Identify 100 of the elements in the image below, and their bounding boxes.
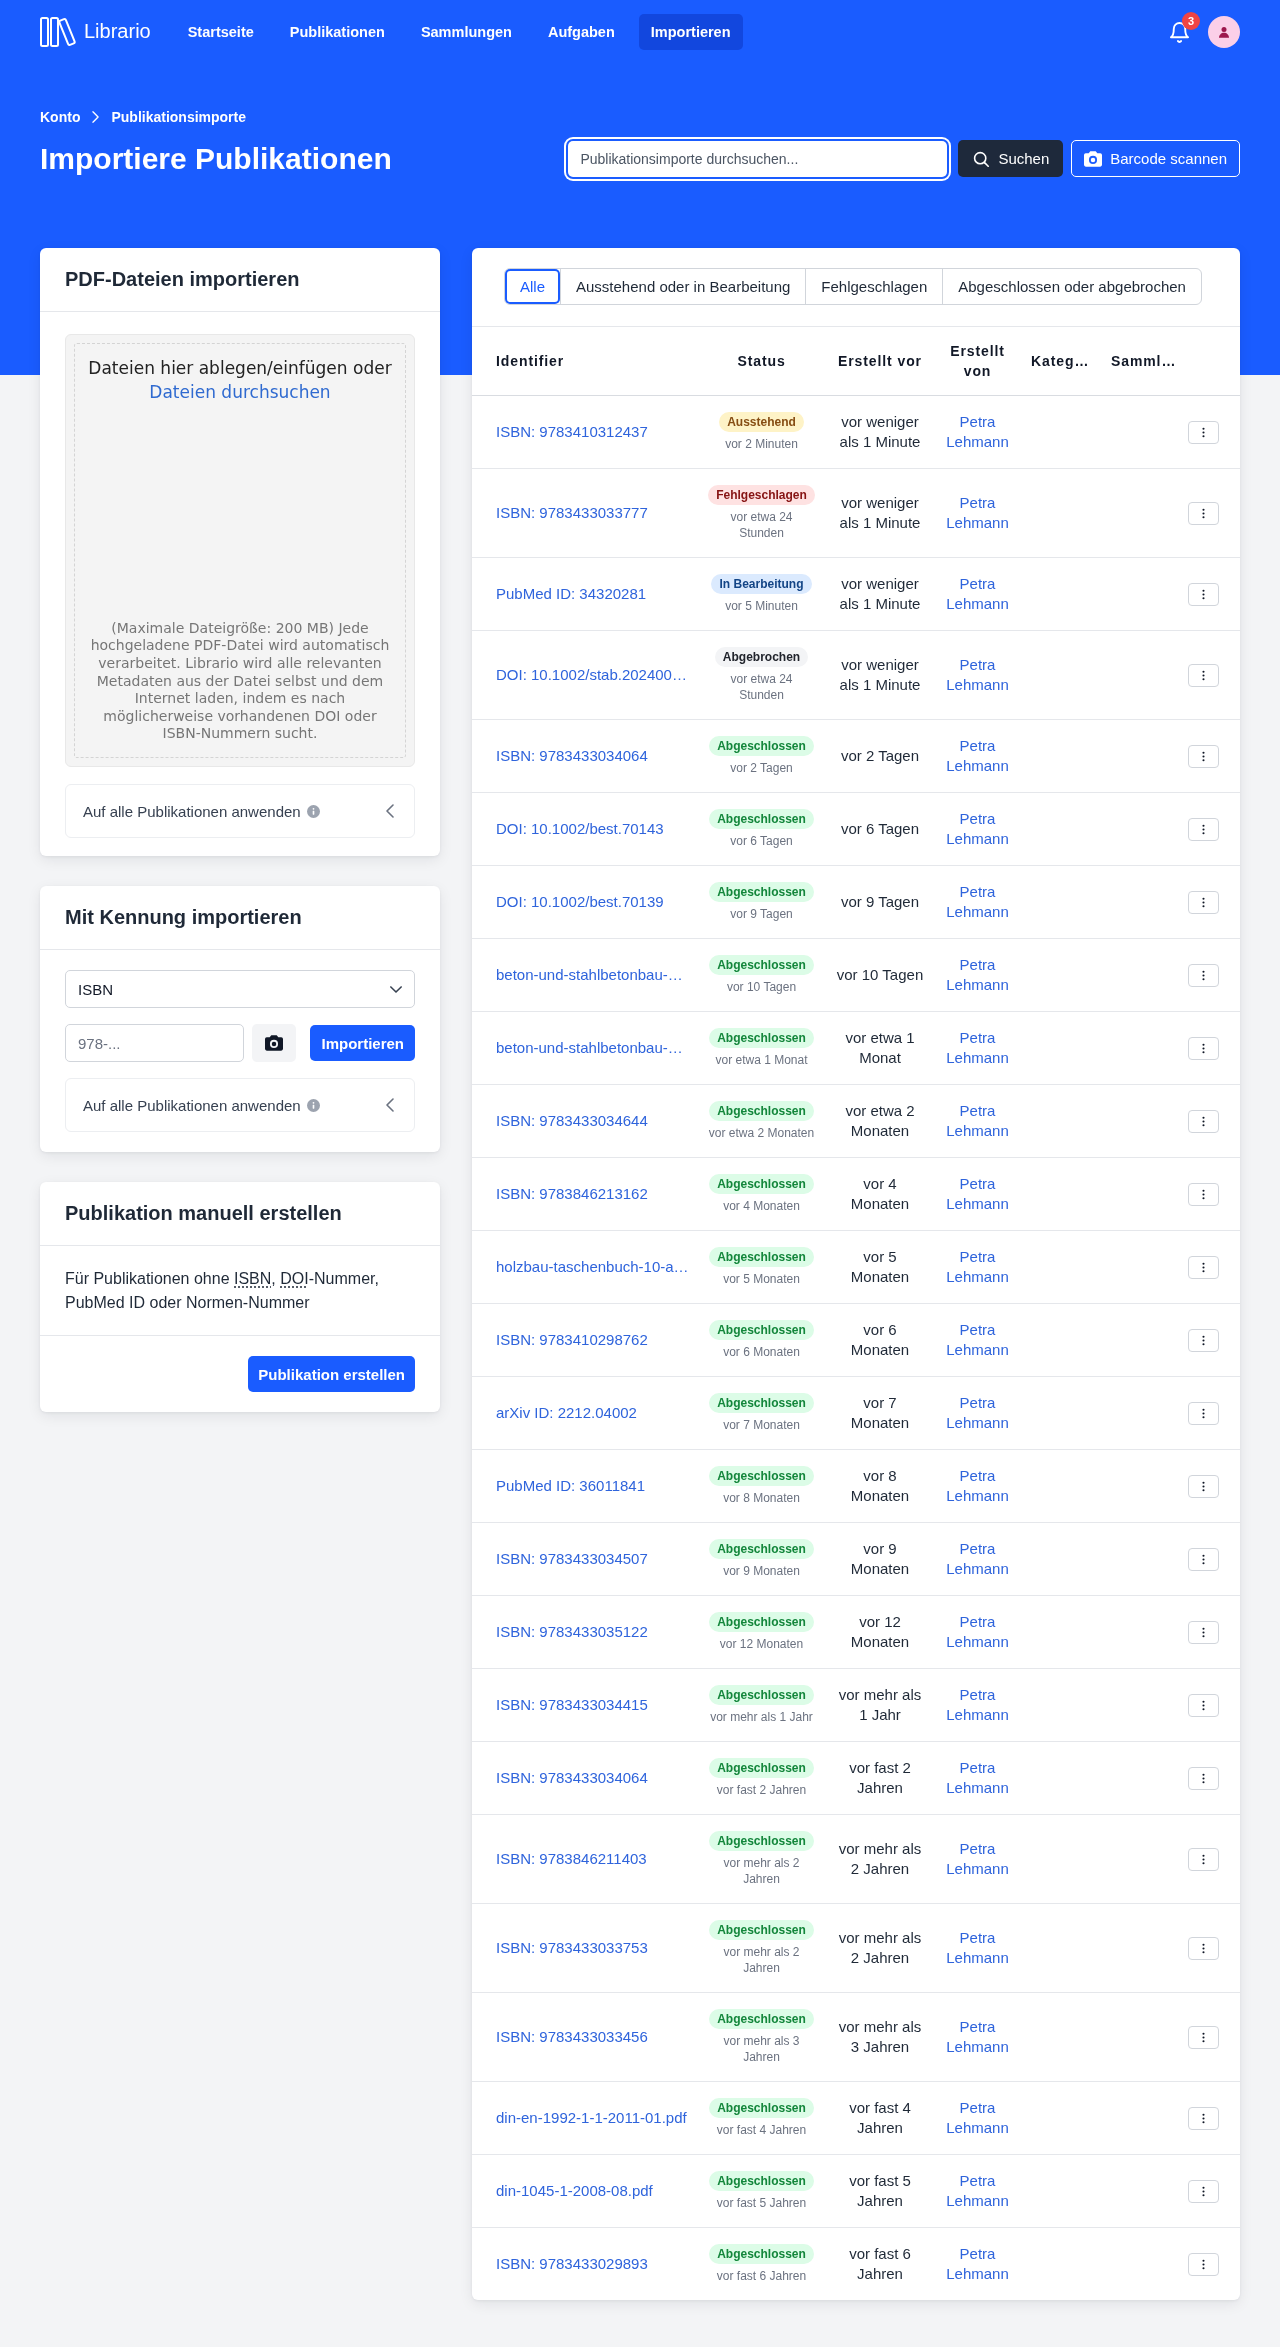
creator-link[interactable]: Petra Lehmann	[941, 1174, 1014, 1214]
identifier-link[interactable]: ISBN: 9783433034064	[496, 1769, 648, 1786]
identifier-link[interactable]: din-en-1992-1-1-2011-01.pdf	[496, 2109, 687, 2126]
more-button[interactable]	[1188, 744, 1219, 768]
creator-link[interactable]: Petra Lehmann	[941, 493, 1014, 533]
more-button[interactable]	[1188, 817, 1219, 841]
more-button[interactable]	[1188, 1182, 1219, 1206]
identifier-link[interactable]: ISBN: 9783433034415	[496, 1696, 648, 1713]
identifier-link[interactable]: beton-und-stahlbetonbau-…	[496, 1039, 683, 1056]
identifier-link[interactable]: ISBN: 9783410298762	[496, 1331, 648, 1348]
identifier-link[interactable]: DOI: 10.1002/stab.202400…	[496, 666, 687, 683]
more-button[interactable]	[1188, 1766, 1219, 1790]
more-button[interactable]	[1188, 1328, 1219, 1352]
browse-link[interactable]: Dateien durchsuchen	[149, 381, 331, 402]
identifier-link[interactable]: ISBN: 9783433029893	[496, 2255, 648, 2272]
creator-link[interactable]: Petra Lehmann	[941, 955, 1014, 995]
identifier-link[interactable]: ISBN: 9783433033753	[496, 1939, 648, 1956]
creator-link[interactable]: Petra Lehmann	[941, 1758, 1014, 1798]
more-button[interactable]	[1188, 1620, 1219, 1644]
creator-link[interactable]: Petra Lehmann	[941, 2244, 1014, 2284]
identifier-link[interactable]: ISBN: 9783433035122	[496, 1623, 648, 1640]
identifier-type-select[interactable]: ISBN	[65, 970, 415, 1008]
more-button[interactable]	[1188, 1936, 1219, 1960]
nav-link[interactable]: Importieren	[638, 13, 743, 50]
filter-tab[interactable]: Alle	[505, 269, 560, 304]
search-button[interactable]: Suchen	[958, 140, 1064, 177]
more-button[interactable]	[1188, 1109, 1219, 1133]
identifier-link[interactable]: ISBN: 9783433034064	[496, 747, 648, 764]
identifier-link[interactable]: DOI: 10.1002/best.70139	[496, 893, 664, 910]
more-button[interactable]	[1188, 1255, 1219, 1279]
nav-link[interactable]: Publikationen	[277, 13, 397, 50]
creator-link[interactable]: Petra Lehmann	[941, 1928, 1014, 1968]
creator-link[interactable]: Petra Lehmann	[941, 1612, 1014, 1652]
creator-link[interactable]: Petra Lehmann	[941, 2017, 1014, 2057]
identifier-link[interactable]: ISBN: 9783846211403	[496, 1850, 647, 1867]
apply-all-toggle[interactable]: Auf alle Publikationen anwenden	[65, 1078, 415, 1132]
creator-link[interactable]: Petra Lehmann	[941, 1685, 1014, 1725]
more-button[interactable]	[1188, 2252, 1219, 2276]
more-button[interactable]	[1188, 1036, 1219, 1060]
import-button[interactable]: Importieren	[310, 1025, 415, 1061]
identifier-link[interactable]: beton-und-stahlbetonbau-…	[496, 966, 683, 983]
search-field[interactable]: Publikationsimporte durchsuchen...	[568, 140, 948, 177]
nav-link[interactable]: Aufgaben	[535, 13, 627, 50]
nav-link[interactable]: Startseite	[175, 13, 266, 50]
creator-link[interactable]: Petra Lehmann	[941, 1539, 1014, 1579]
identifier-link[interactable]: ISBN: 9783433033777	[496, 504, 648, 521]
more-button[interactable]	[1188, 963, 1219, 987]
more-button[interactable]	[1188, 890, 1219, 914]
camera-button[interactable]	[252, 1024, 296, 1062]
creator-link[interactable]: Petra Lehmann	[941, 1101, 1014, 1141]
apply-all-toggle[interactable]: Auf alle Publikationen anwenden	[65, 784, 415, 838]
more-button[interactable]	[1188, 2106, 1219, 2130]
creator-link[interactable]: Petra Lehmann	[941, 736, 1014, 776]
identifier-link[interactable]: PubMed ID: 36011841	[496, 1477, 645, 1494]
creator-link[interactable]: Petra Lehmann	[941, 1247, 1014, 1287]
creator-link[interactable]: Petra Lehmann	[941, 655, 1014, 695]
creator-link[interactable]: Petra Lehmann	[941, 2171, 1014, 2211]
more-button[interactable]	[1188, 1693, 1219, 1717]
identifier-link[interactable]: ISBN: 9783433033456	[496, 2028, 648, 2045]
more-button[interactable]	[1188, 501, 1219, 525]
avatar-button[interactable]	[1208, 15, 1240, 48]
creator-link[interactable]: Petra Lehmann	[941, 2098, 1014, 2138]
nav-link[interactable]: Sammlungen	[408, 13, 524, 50]
more-button[interactable]	[1188, 1474, 1219, 1498]
more-button[interactable]	[1188, 420, 1219, 444]
more-button[interactable]	[1188, 2025, 1219, 2049]
creator-link[interactable]: Petra Lehmann	[941, 1320, 1014, 1360]
creator-link[interactable]: Petra Lehmann	[941, 1839, 1014, 1879]
creator-link[interactable]: Petra Lehmann	[941, 809, 1014, 849]
creator-link[interactable]: Petra Lehmann	[941, 1466, 1014, 1506]
breadcrumb-link[interactable]: Publikationsimporte	[111, 109, 246, 125]
identifier-input[interactable]: 978-...	[65, 1024, 244, 1062]
identifier-link[interactable]: ISBN: 9783846213162	[496, 1185, 648, 1202]
creator-link[interactable]: Petra Lehmann	[941, 574, 1014, 614]
filter-tab[interactable]: Fehlgeschlagen	[805, 269, 943, 304]
identifier-link[interactable]: DOI: 10.1002/best.70143	[496, 820, 664, 837]
more-button[interactable]	[1188, 1547, 1219, 1571]
identifier-link[interactable]: ISBN: 9783410312437	[496, 423, 648, 440]
notifications-button[interactable]: 3	[1170, 12, 1200, 43]
identifier-link[interactable]: din-1045-1-2008-08.pdf	[496, 2182, 653, 2199]
identifier-link[interactable]: ISBN: 9783433034507	[496, 1550, 648, 1567]
identifier-link[interactable]: arXiv ID: 2212.04002	[496, 1404, 637, 1421]
identifier-link[interactable]: holzbau-taschenbuch-10-a…	[496, 1258, 689, 1275]
creator-link[interactable]: Petra Lehmann	[941, 882, 1014, 922]
creator-link[interactable]: Petra Lehmann	[941, 412, 1014, 452]
more-button[interactable]	[1188, 663, 1219, 687]
more-button[interactable]	[1188, 1401, 1219, 1425]
barcode-scan-button[interactable]: Barcode scannen	[1071, 140, 1240, 177]
more-button[interactable]	[1188, 582, 1219, 606]
creator-link[interactable]: Petra Lehmann	[941, 1393, 1014, 1433]
identifier-link[interactable]: ISBN: 9783433034644	[496, 1112, 648, 1129]
identifier-link[interactable]: PubMed ID: 34320281	[496, 585, 647, 602]
create-publication-button[interactable]: Publikation erstellen	[248, 1356, 415, 1392]
breadcrumb-link[interactable]: Konto	[40, 109, 81, 125]
more-button[interactable]	[1188, 1847, 1219, 1871]
creator-link[interactable]: Petra Lehmann	[941, 1028, 1014, 1068]
file-dropzone[interactable]	[65, 334, 415, 767]
filter-tab[interactable]: Abgeschlossen oder abgebrochen	[942, 269, 1201, 304]
filter-tab[interactable]: Ausstehend oder in Bearbeitung	[560, 269, 806, 304]
more-button[interactable]	[1188, 2179, 1219, 2203]
